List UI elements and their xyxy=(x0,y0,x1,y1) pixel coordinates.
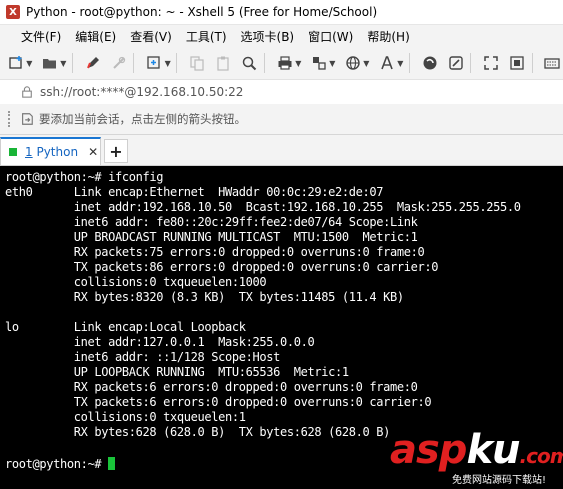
terminal-prompt-line: root@python:~# xyxy=(5,457,116,472)
toolbar-separator xyxy=(71,53,73,73)
new-session-dropdown-icon[interactable]: ▼ xyxy=(26,59,34,68)
menu-tools[interactable]: 工具(T) xyxy=(179,28,234,45)
session-address[interactable]: ssh://root:****@192.168.10.50:22 xyxy=(40,85,243,99)
tab-bar: 1 Python ✕ + xyxy=(0,135,563,166)
menu-tab[interactable]: 选项卡(B) xyxy=(234,28,302,45)
session-hint-bar: 要添加当前会话，点击左侧的箭头按钮。 xyxy=(0,104,563,135)
menu-file[interactable]: 文件(F) xyxy=(14,28,68,45)
fullscreen-icon[interactable] xyxy=(480,52,501,74)
add-tab-button[interactable]: + xyxy=(104,139,128,163)
aspku-watermark: aspku.com 免费网站源码下载站! xyxy=(390,430,563,486)
tab-number: 1 xyxy=(25,145,33,159)
watermark-logo-tld: .com xyxy=(519,444,563,468)
terminal-line: root@python:~# ifconfig xyxy=(5,170,164,184)
lock-icon xyxy=(20,85,34,99)
new-tab-icon[interactable] xyxy=(143,52,164,74)
copy-icon[interactable] xyxy=(186,52,207,74)
disconnect-icon[interactable] xyxy=(108,52,129,74)
globe-icon[interactable] xyxy=(342,52,363,74)
app-icon-glyph: X xyxy=(9,6,17,18)
terminal-line: lo Link encap:Local Loopback xyxy=(5,320,260,334)
tab-python[interactable]: 1 Python ✕ xyxy=(0,137,101,165)
paste-icon[interactable] xyxy=(213,52,234,74)
terminal-line: UP BROADCAST RUNNING MULTICAST MTU:1500 … xyxy=(5,230,418,244)
window-title: Python - root@python: ~ - Xshell 5 (Free… xyxy=(26,5,378,19)
bar-grip-icon xyxy=(8,111,14,127)
terminal-prompt: root@python:~# xyxy=(5,457,109,471)
terminal-line: eth0 Link encap:Ethernet HWaddr 00:0c:29… xyxy=(5,185,397,199)
terminal-line: TX packets:86 errors:0 dropped:0 overrun… xyxy=(5,260,439,274)
close-icon[interactable]: ✕ xyxy=(88,145,98,159)
title-bar: X Python - root@python: ~ - Xshell 5 (Fr… xyxy=(0,0,563,25)
terminal-line: inet addr:192.168.10.50 Bcast:192.168.10… xyxy=(5,200,521,214)
watermark-subtitle: 免费网站源码下载站! xyxy=(452,475,547,486)
terminal-line: UP LOOPBACK RUNNING MTU:65536 Metric:1 xyxy=(5,365,349,379)
toolbar-separator xyxy=(264,53,266,73)
terminal-line: RX packets:6 errors:0 dropped:0 overruns… xyxy=(5,380,418,394)
terminal-line: RX packets:75 errors:0 dropped:0 overrun… xyxy=(5,245,425,259)
toolbar-separator xyxy=(531,53,533,73)
new-tab-dropdown-icon[interactable]: ▼ xyxy=(165,59,173,68)
toolbar-separator xyxy=(470,53,472,73)
address-bar: ssh://root:****@192.168.10.50:22 xyxy=(0,79,563,105)
print-icon[interactable] xyxy=(274,52,295,74)
terminal-line: RX bytes:628 (628.0 B) TX bytes:628 (628… xyxy=(5,425,391,439)
keymap-icon[interactable] xyxy=(445,52,466,74)
watermark-logo-asp: asp xyxy=(390,427,467,473)
toolbar-separator xyxy=(133,53,135,73)
toolbar-separator xyxy=(408,53,410,73)
xftp-icon[interactable] xyxy=(419,52,440,74)
find-icon[interactable] xyxy=(239,52,260,74)
menu-view[interactable]: 查看(V) xyxy=(123,28,179,45)
toolbar: ▼ ▼ ▼ ▼ ▼ ▼ ▼ xyxy=(0,47,563,79)
globe-dropdown-icon[interactable]: ▼ xyxy=(363,59,371,68)
terminal-line: inet6 addr: ::1/128 Scope:Host xyxy=(5,350,281,364)
terminal-line: TX packets:6 errors:0 dropped:0 overruns… xyxy=(5,395,432,409)
hint-text: 要添加当前会话，点击左侧的箭头按钮。 xyxy=(39,112,246,126)
transfer-icon[interactable] xyxy=(308,52,329,74)
keyboard-icon[interactable] xyxy=(542,52,563,74)
new-session-icon[interactable] xyxy=(5,52,26,74)
font-dropdown-icon[interactable]: ▼ xyxy=(397,59,405,68)
open-dropdown-icon[interactable]: ▼ xyxy=(60,59,68,68)
watermark-logo: aspku.com xyxy=(390,430,563,476)
font-icon[interactable] xyxy=(376,52,397,74)
properties-pen-icon[interactable] xyxy=(82,52,103,74)
menu-bar: 文件(F) 编辑(E) 查看(V) 工具(T) 选项卡(B) 窗口(W) 帮助(… xyxy=(0,25,563,47)
transfer-dropdown-icon[interactable]: ▼ xyxy=(329,59,337,68)
terminal-line: collisions:0 txqueuelen:1000 xyxy=(5,275,274,289)
terminal-cursor xyxy=(108,457,116,470)
tab-label: 1 Python xyxy=(25,145,78,159)
watermark-logo-ku: ku xyxy=(466,427,520,473)
menu-help[interactable]: 帮助(H) xyxy=(360,28,416,45)
terminal-line: collisions:0 txqueuelen:1 xyxy=(5,410,253,424)
connection-status-icon xyxy=(9,148,17,156)
terminal-line: inet6 addr: fe80::20c:29ff:fee2:de07/64 … xyxy=(5,215,418,229)
print-dropdown-icon[interactable]: ▼ xyxy=(295,59,303,68)
xshell-app-icon[interactable]: X xyxy=(6,5,20,19)
terminal-line: RX bytes:8320 (8.3 KB) TX bytes:11485 (1… xyxy=(5,290,404,304)
tab-title: Python xyxy=(36,145,79,159)
lock-screen-icon[interactable] xyxy=(507,52,528,74)
menu-edit[interactable]: 编辑(E) xyxy=(68,28,123,45)
terminal-line: inet addr:127.0.0.1 Mask:255.0.0.0 xyxy=(5,335,315,349)
menu-window[interactable]: 窗口(W) xyxy=(301,28,360,45)
open-folder-icon[interactable] xyxy=(39,52,60,74)
toolbar-separator xyxy=(176,53,178,73)
add-session-arrow-icon[interactable] xyxy=(19,111,35,127)
